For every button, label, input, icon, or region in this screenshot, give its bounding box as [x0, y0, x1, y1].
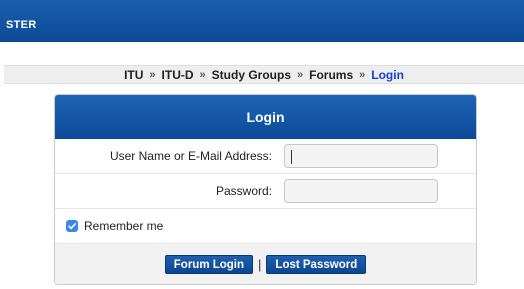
breadcrumb-item-itu[interactable]: ITU	[124, 68, 143, 82]
breadcrumb-separator: »	[359, 68, 366, 81]
breadcrumb-item-study-groups[interactable]: Study Groups	[212, 68, 291, 82]
breadcrumb-item-forums[interactable]: Forums	[309, 68, 353, 82]
lost-password-button[interactable]: Lost Password	[266, 255, 367, 274]
username-input[interactable]	[284, 144, 438, 168]
password-label: Password:	[215, 184, 272, 198]
username-row: User Name or E-Mail Address:	[55, 139, 476, 174]
breadcrumb: ITU » ITU-D » Study Groups » Forums » Lo…	[4, 65, 524, 84]
site-title-fragment: STER	[6, 19, 37, 31]
forum-login-button[interactable]: Forum Login	[164, 255, 254, 274]
remember-me-checkbox[interactable]	[66, 220, 78, 232]
password-row: Password:	[55, 174, 476, 209]
text-caret	[291, 150, 292, 164]
actions-divider: |	[258, 257, 262, 272]
breadcrumb-item-current: Login	[371, 67, 404, 82]
login-panel: Login User Name or E-Mail Address: Passw…	[54, 94, 477, 285]
login-panel-header: Login	[55, 95, 476, 139]
breadcrumb-separator: »	[199, 68, 206, 81]
login-panel-title: Login	[246, 109, 285, 125]
breadcrumb-separator: »	[297, 68, 304, 81]
checkmark-icon	[68, 223, 76, 230]
password-input[interactable]	[284, 179, 438, 203]
breadcrumb-separator: »	[149, 68, 156, 81]
login-actions: Forum Login | Lost Password	[55, 244, 476, 284]
remember-me-label[interactable]: Remember me	[84, 219, 163, 233]
username-label: User Name or E-Mail Address:	[109, 149, 272, 163]
site-header-bar: STER	[0, 0, 524, 42]
breadcrumb-item-itu-d[interactable]: ITU-D	[162, 68, 194, 82]
remember-me-row: Remember me	[55, 209, 476, 244]
